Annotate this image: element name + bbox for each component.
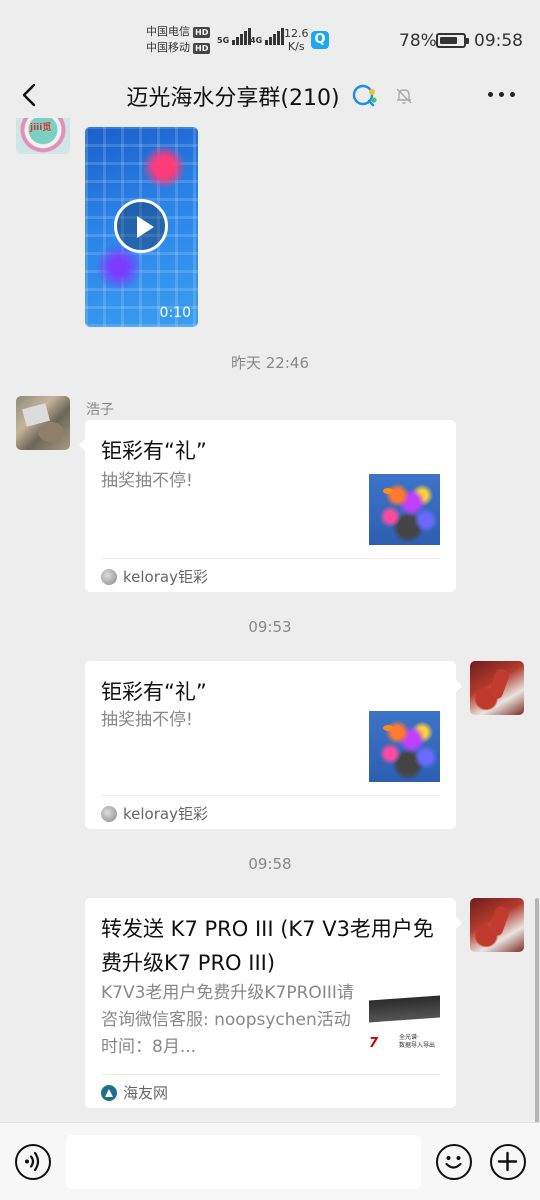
carrier-1: 中国电信 <box>146 25 190 38</box>
keloray-logo-icon <box>101 568 117 585</box>
card-description: 抽奖抽不停! <box>101 471 193 491</box>
avatar[interactable] <box>470 898 524 952</box>
card-thumbnail <box>369 474 440 545</box>
chat-header: 迈光海水分享群(210) <box>0 72 540 118</box>
card-source-name: keloray钜彩 <box>123 568 208 586</box>
card-source: keloray钜彩 <box>101 803 208 824</box>
time-stamp: 09:58 <box>248 855 292 873</box>
card-title: 钜彩有“礼” <box>101 680 207 704</box>
network-speed: 12.6 K/s <box>284 27 309 53</box>
message-input[interactable] <box>66 1135 421 1189</box>
card-description: 抽奖抽不停! <box>101 710 193 730</box>
more-horizontal-icon[interactable] <box>488 92 515 97</box>
plus-icon[interactable] <box>490 1144 526 1180</box>
link-card[interactable]: 转发送 K7 PRO III (K7 V3老用户免费升级K7 PRO III) … <box>85 898 462 1108</box>
card-source: 海友网 <box>101 1082 168 1103</box>
input-bar <box>0 1122 540 1200</box>
signal-5g-icon: 5G <box>217 28 252 45</box>
network-speed-unit: K/s <box>287 40 305 53</box>
qq-notification-icon: Q <box>311 31 329 49</box>
card-source: keloray钜彩 <box>101 566 208 587</box>
time-stamp: 昨天 22:46 <box>231 354 309 372</box>
emoji-icon[interactable] <box>436 1144 472 1180</box>
sender-name: 浩子 <box>86 402 114 418</box>
signal-4g-icon: 4G <box>250 28 285 45</box>
signal-4g-label: 4G <box>250 36 263 45</box>
card-source-name: 海友网 <box>123 1084 169 1102</box>
card-title: 钜彩有“礼” <box>101 439 207 463</box>
network-speed-value: 12.6 <box>284 27 309 40</box>
avatar[interactable] <box>16 396 70 450</box>
card-thumbnail <box>369 711 440 782</box>
carrier-2: 中国移动 <box>146 41 190 54</box>
thumb-brand: 7 <box>369 1036 379 1051</box>
mute-bell-icon <box>396 88 412 104</box>
avatar[interactable]: jiii觅 <box>16 118 70 154</box>
avatar[interactable] <box>470 661 524 715</box>
hd-badge: HD <box>193 26 211 38</box>
card-title: 转发送 K7 PRO III (K7 V3老用户免费升级K7 PRO III) <box>101 917 434 975</box>
chat-title[interactable]: 迈光海水分享群(210) <box>126 86 339 111</box>
card-divider <box>101 795 440 796</box>
card-description: K7V3老用户免费升级K7PROIII请咨询微信客服: noopsychen活动… <box>101 983 354 1057</box>
link-card[interactable]: 钜彩有“礼” 抽奖抽不停! keloray钜彩 <box>79 420 456 592</box>
chat-title-wrap: 迈光海水分享群(210) <box>0 80 540 112</box>
hd-badge: HD <box>193 42 211 54</box>
voice-icon[interactable] <box>15 1144 51 1180</box>
card-divider <box>101 1074 440 1075</box>
card-source-name: keloray钜彩 <box>123 805 208 823</box>
keloray-logo-icon <box>101 805 117 822</box>
status-clock: 09:58 <box>474 31 523 51</box>
card-divider <box>101 558 440 559</box>
video-duration: 0:10 <box>159 305 191 321</box>
thumb-caption: 全光谱· 数据导入导出 <box>399 1034 436 1049</box>
video-message[interactable]: 0:10 <box>85 127 198 327</box>
battery-fill <box>440 37 457 44</box>
message-list[interactable]: jiii觅 0:10 昨天 22:46 浩子 钜彩有“礼” 抽奖抽不停! kel… <box>0 118 540 1122</box>
time-stamp: 09:53 <box>248 618 292 636</box>
battery-icon <box>436 33 469 48</box>
carrier-info: 中国电信 HD 中国移动 HD <box>146 24 211 56</box>
scrollbar[interactable] <box>535 898 539 1124</box>
haiyou-logo-icon <box>101 1084 117 1101</box>
battery-percent: 78% <box>399 31 437 51</box>
link-card[interactable]: 钜彩有“礼” 抽奖抽不停! keloray钜彩 <box>85 661 462 829</box>
group-chat-badge-icon <box>352 84 377 107</box>
card-thumbnail: 7 全光谱· 数据导入导出 <box>369 988 440 1059</box>
signal-5g-label: 5G <box>217 36 230 45</box>
status-bar: 中国电信 HD 中国移动 HD 5G 4G 12.6 K/s Q 78% 09:58 <box>0 0 540 80</box>
play-icon[interactable] <box>114 199 168 253</box>
